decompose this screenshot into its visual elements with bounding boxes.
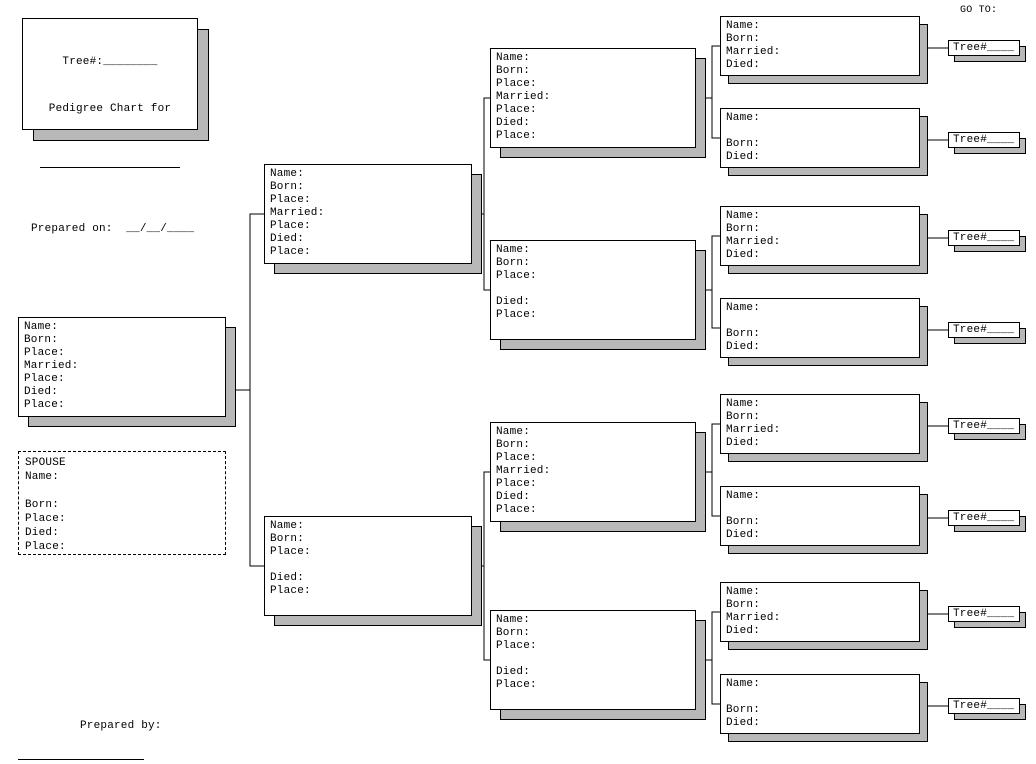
person-2-fields: Name: Born: Place: Married: Place: Died:… <box>264 164 472 264</box>
conn-tree-9 <box>928 140 948 141</box>
treebox-12-label: Tree#____ <box>948 418 1020 434</box>
conn-tree-11 <box>928 330 948 331</box>
treebox-13-label: Tree#____ <box>948 510 1020 526</box>
connector-3-67 <box>482 472 490 668</box>
connector-6-1213 <box>706 424 720 526</box>
person-3-fields: Name: Born: Place: Died: Place: <box>264 516 472 616</box>
person-8-fields: Name: Born: Married: Died: <box>720 16 920 76</box>
pedigree-chart-canvas: GO TO: Tree#:________ Pedigree Chart for… <box>0 0 1036 763</box>
connector-1-23 <box>236 214 264 574</box>
prepared-by-label: Prepared by: <box>80 720 162 732</box>
conn-tree-8 <box>928 48 948 49</box>
treebox-8-label: Tree#____ <box>948 40 1020 56</box>
tree-num-label: Tree#:________ <box>31 55 189 70</box>
conn-tree-15 <box>928 706 948 707</box>
person-5-fields: Name: Born: Place: Died: Place: <box>490 240 696 340</box>
connector-4-89 <box>706 46 720 148</box>
treebox-10-label: Tree#____ <box>948 230 1020 246</box>
treebox-14-label: Tree#____ <box>948 606 1020 622</box>
conn-tree-10 <box>928 238 948 239</box>
person-10-fields: Name: Born: Married: Died: <box>720 206 920 266</box>
connector-7-1415 <box>706 612 720 714</box>
spouse-box: SPOUSE Name: Born: Place: Died: Place: <box>18 451 226 555</box>
person-13-fields: Name: Born: Died: <box>720 486 920 546</box>
person-1-fields: Name: Born: Place: Married: Place: Died:… <box>18 317 226 417</box>
conn-tree-13 <box>928 518 948 519</box>
treebox-9-label: Tree#____ <box>948 132 1020 148</box>
conn-tree-14 <box>928 614 948 615</box>
person-7-fields: Name: Born: Place: Died: Place: <box>490 610 696 710</box>
treebox-15-label: Tree#____ <box>948 698 1020 714</box>
person-14-fields: Name: Born: Married: Died: <box>720 582 920 642</box>
connector-2-45 <box>482 98 490 298</box>
person-12-fields: Name: Born: Married: Died: <box>720 394 920 454</box>
prepared-on: Prepared on: __/__/____ <box>31 222 189 237</box>
person-11-fields: Name: Born: Died: <box>720 298 920 358</box>
person-15-fields: Name: Born: Died: <box>720 674 920 734</box>
conn-tree-12 <box>928 426 948 427</box>
goto-label: GO TO: <box>960 5 997 16</box>
treebox-11-label: Tree#____ <box>948 322 1020 338</box>
pedigree-title: Pedigree Chart for <box>31 102 189 117</box>
person-9-fields: Name: Born: Died: <box>720 108 920 168</box>
connector-5-1011 <box>706 236 720 338</box>
person-6-fields: Name: Born: Place: Married: Place: Died:… <box>490 422 696 522</box>
person-4-fields: Name: Born: Place: Married: Place: Died:… <box>490 48 696 148</box>
